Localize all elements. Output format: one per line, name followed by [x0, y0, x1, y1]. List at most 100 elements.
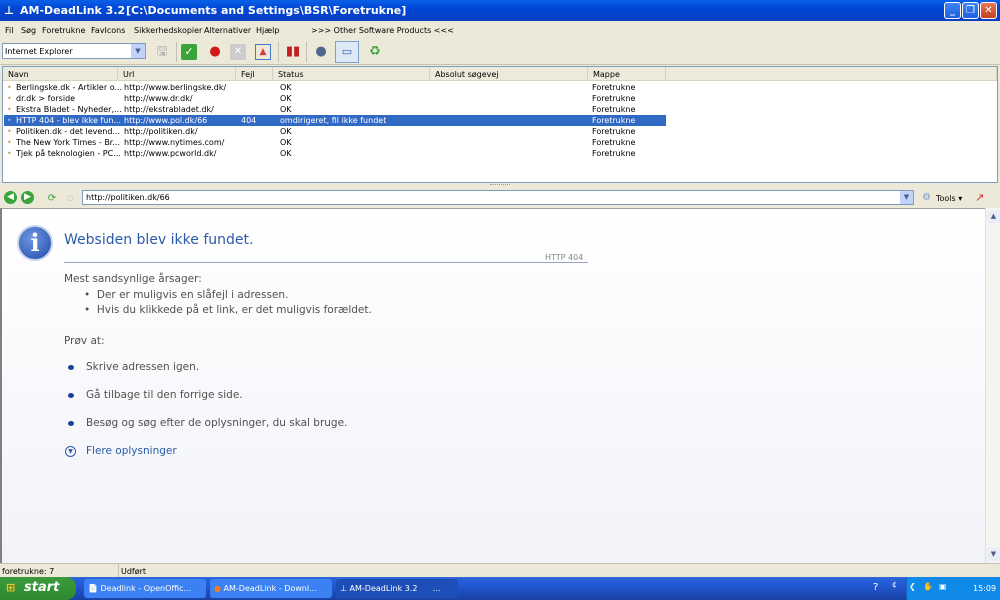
try-item: Gå tilbage til den forrige side.: [86, 389, 243, 401]
browser-pane-toggle-icon[interactable]: ▭: [335, 41, 359, 63]
save-icon[interactable]: 🖫: [152, 42, 172, 62]
stop-icon[interactable]: ▫: [60, 189, 80, 209]
cell-name: The New York Times - Br...: [16, 138, 120, 147]
vertical-scrollbar[interactable]: ▲ ▼: [985, 208, 1000, 563]
cell-url: http://politiken.dk/: [124, 127, 198, 136]
cell-url: http://www.dr.dk/: [124, 94, 193, 103]
cell-name: Politiken.dk - det levend...: [16, 127, 121, 136]
bullet-icon: [68, 393, 74, 398]
menu-other-products[interactable]: >>> Other Software Products <<<: [311, 26, 454, 35]
title-bar: ⊥ AM-DeadLink 3.2 [C:\Documents and Sett…: [0, 0, 1000, 21]
table-row[interactable]: • Berlingske.dk - Artikler o... http://www…: [4, 82, 666, 93]
taskbar: ⊞ start 📄 Deadlink - OpenOffic... ● AM-De…: [0, 577, 1000, 600]
status-count: foretrukne: 7: [2, 567, 55, 576]
column-header-filler: [666, 67, 997, 81]
delete-icon[interactable]: ✕: [230, 44, 246, 60]
back-icon[interactable]: ◀: [4, 191, 17, 204]
column-header-fejl[interactable]: Fejl: [236, 67, 273, 81]
task-openoffice[interactable]: 📄 Deadlink - OpenOffic...: [84, 579, 206, 598]
menu-favicons[interactable]: FavIcons: [91, 26, 125, 35]
chevron-down-icon: ▼: [131, 44, 145, 58]
column-header-mappe[interactable]: Mappe: [588, 67, 666, 81]
scroll-up-icon[interactable]: ▲: [987, 210, 1000, 223]
address-input[interactable]: http://politiken.dk/66 ▼: [82, 190, 914, 205]
menu-hjaelp[interactable]: Hjælp: [256, 26, 279, 35]
books-icon[interactable]: ▮▮: [283, 42, 303, 62]
cause-text: Der er muligvis en slåfejl i adressen.: [96, 289, 289, 301]
window-path: [C:\Documents and Settings\BSR\Foretrukn…: [126, 4, 407, 17]
table-row[interactable]: • Tjek på teknologien - PC... http://www.p…: [4, 148, 666, 159]
menu-sog[interactable]: Søg: [21, 26, 36, 35]
cell-name: Berlingske.dk - Artikler o...: [16, 83, 123, 92]
chevron-down-icon[interactable]: ▼: [900, 191, 913, 204]
browser-toolbar: ◀ ▶ ⟳ ▫ http://politiken.dk/66 ▼ ⚙ Tools …: [0, 188, 1000, 208]
bookmark-icon: •: [7, 127, 12, 136]
column-header-absolut-sogevej[interactable]: Absolut søgevej: [430, 67, 588, 81]
try-item: Besøg og søg efter de oplysninger, du sk…: [86, 417, 348, 429]
cell-folder: Foretrukne: [592, 105, 636, 114]
table-row[interactable]: • The New York Times - Br... http://www.ny…: [4, 137, 666, 148]
cell-name: dr.dk > forside: [16, 94, 76, 103]
menu-alternativer[interactable]: Alternativer: [204, 26, 251, 35]
task-label: AM-DeadLink 3.2: [349, 584, 418, 593]
apple-icon[interactable]: ●: [205, 42, 225, 62]
address-value: http://politiken.dk/66: [86, 193, 170, 202]
cell-status: OK: [280, 127, 292, 136]
close-button[interactable]: ✕: [980, 2, 997, 19]
bookmark-icon: •: [7, 138, 12, 147]
try-item: Skrive adressen igen.: [86, 361, 200, 373]
cell-folder: Foretrukne: [592, 149, 636, 158]
forward-icon[interactable]: ▶: [21, 191, 34, 204]
bookmark-icon: •: [7, 116, 12, 125]
browser-select[interactable]: Internet Explorer ▼: [2, 43, 146, 59]
menu-fil[interactable]: Fil: [5, 26, 13, 35]
tray-network-icon[interactable]: ▣: [939, 582, 947, 591]
bookmark-icon: •: [7, 105, 12, 114]
recycle-bin-icon[interactable]: ♻: [365, 42, 385, 62]
help-icon[interactable]: ?: [873, 582, 878, 593]
task-label: Deadlink - OpenOffic...: [100, 584, 192, 593]
cause-text: Hvis du klikkede på et link, er det muli…: [96, 304, 372, 316]
start-button[interactable]: ⊞ start: [0, 577, 76, 600]
tools-menu[interactable]: Tools ▾: [936, 194, 962, 203]
menu-sikkerhedskopier[interactable]: Sikkerhedskopier: [134, 26, 202, 35]
expand-icon[interactable]: ▼: [65, 446, 76, 457]
maximize-button[interactable]: ❐: [962, 2, 979, 19]
column-header-url[interactable]: Url: [118, 67, 236, 81]
system-tray: ❮ ✋ ▣ 15:09: [906, 577, 1000, 600]
pin-icon[interactable]: ↗: [975, 191, 984, 204]
cell-folder: Foretrukne: [592, 127, 636, 136]
task-label: AM-DeadLink - Downl...: [223, 584, 317, 593]
task-firefox[interactable]: ● AM-DeadLink - Downl...: [210, 579, 332, 598]
tray-hand-icon[interactable]: ✋: [923, 582, 933, 591]
table-row[interactable]: • Politiken.dk - det levend... http://poli…: [4, 126, 666, 137]
table-row[interactable]: • Ekstra Bladet - Nyheder,... http://ekstr…: [4, 104, 666, 115]
globe-icon[interactable]: ●: [311, 42, 331, 62]
app-title: AM-DeadLink 3.2: [20, 4, 126, 17]
app-icon: ⊥: [4, 4, 15, 17]
bullet-icon: [68, 365, 74, 370]
table-row[interactable]: • HTTP 404 - blev ikke fun... http://www.p…: [4, 115, 666, 126]
minimize-button[interactable]: _: [944, 2, 961, 19]
page-title: Websiden blev ikke fundet.: [64, 232, 254, 248]
task-am-deadlink[interactable]: ⊥ AM-DeadLink 3.2 ...: [336, 579, 458, 598]
upload-icon[interactable]: ▲: [255, 44, 271, 60]
column-header-navn[interactable]: Navn: [3, 67, 118, 81]
table-row[interactable]: • dr.dk > forside http://www.dr.dk/OK Foret…: [4, 93, 666, 104]
cell-url: http://ekstrabladet.dk/: [124, 105, 214, 114]
divider: [64, 262, 588, 263]
tray-expand-icon[interactable]: ❮: [909, 582, 916, 591]
bookmark-list: Navn Url Fejl Status Absolut søgevej Map…: [2, 66, 998, 183]
menu-foretrukne[interactable]: Foretrukne: [42, 26, 85, 35]
language-icon[interactable]: ¢: [892, 580, 897, 589]
cell-status: OK: [280, 138, 292, 147]
gear-icon: ⚙: [922, 192, 931, 203]
cell-name: Ekstra Bladet - Nyheder,...: [16, 105, 122, 114]
column-header-status[interactable]: Status: [273, 67, 430, 81]
more-info-link[interactable]: Flere oplysninger: [86, 445, 177, 457]
toolbar: Internet Explorer ▼ 🖫 ✓ ● ✕ ▲ ▮▮ ● ▭ ♻: [0, 39, 1000, 65]
bullet-icon: [68, 421, 74, 426]
check-icon[interactable]: ✓: [181, 44, 197, 60]
refresh-icon[interactable]: ⟳: [42, 189, 62, 209]
scroll-down-icon[interactable]: ▼: [987, 548, 1000, 561]
